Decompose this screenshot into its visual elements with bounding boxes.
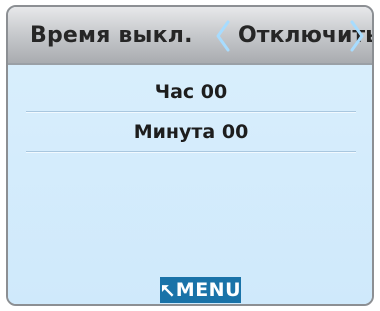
settings-panel: Время выкл. Отключить Час 00 Минута 00 M… xyxy=(6,5,374,306)
chevron-right-icon[interactable] xyxy=(348,19,366,53)
return-arrow-icon xyxy=(161,285,174,297)
content-area: Час 00 Минута 00 MENU xyxy=(8,65,372,304)
chevron-left-icon[interactable] xyxy=(214,19,232,53)
hour-label: Час 00 xyxy=(154,81,228,103)
header-bar: Время выкл. Отключить xyxy=(8,7,372,65)
minute-row[interactable]: Минута 00 xyxy=(26,113,356,152)
menu-button[interactable]: MENU xyxy=(160,277,241,303)
menu-label: MENU xyxy=(175,279,241,301)
minute-label: Минута 00 xyxy=(133,121,249,143)
setting-title: Время выкл. xyxy=(30,23,193,48)
hour-row[interactable]: Час 00 xyxy=(26,73,356,112)
